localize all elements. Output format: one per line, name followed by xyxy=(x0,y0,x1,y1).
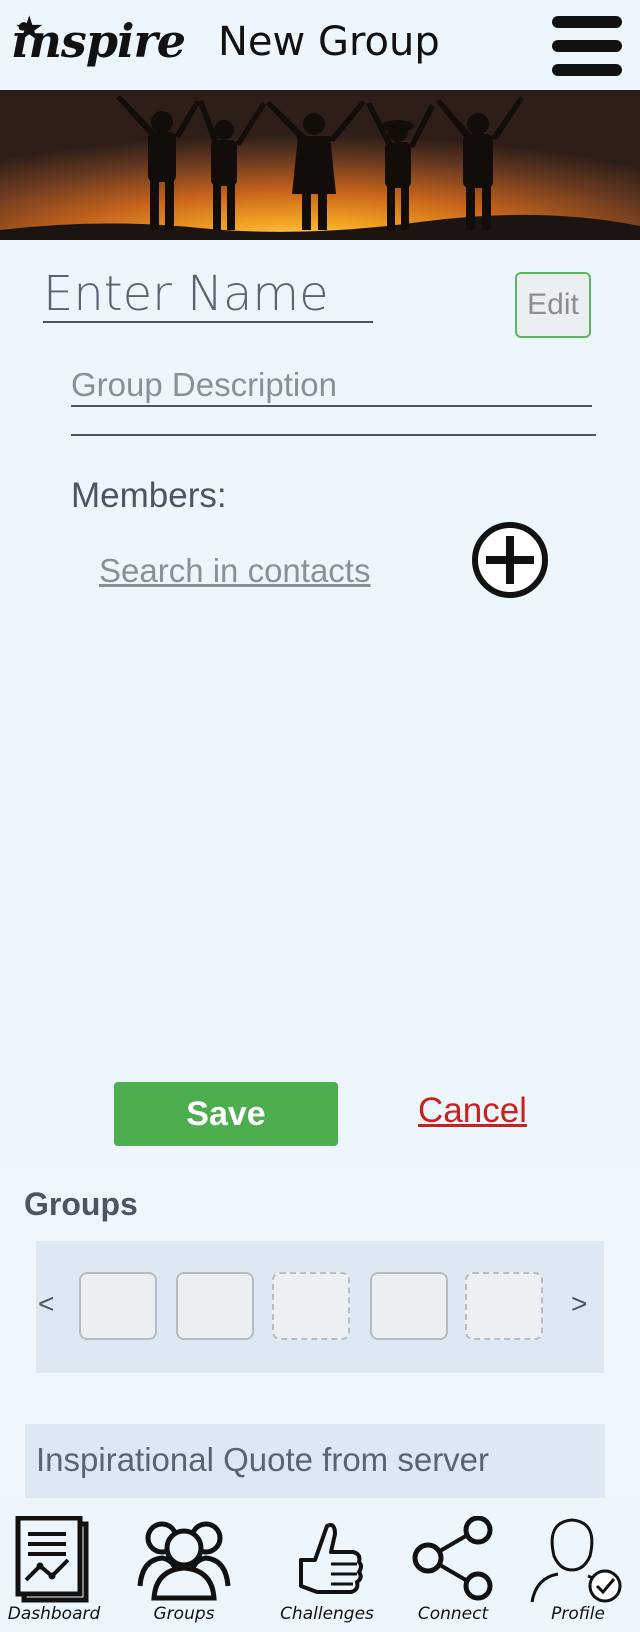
nav-item-groups[interactable]: Groups xyxy=(122,1508,246,1632)
profile-check-icon xyxy=(530,1518,622,1603)
nav-label-challenges: Challenges xyxy=(280,1604,374,1624)
share-nodes-icon xyxy=(412,1516,493,1601)
inspirational-quote: Inspirational Quote from server xyxy=(36,1441,490,1478)
group-thumbnail-placeholder[interactable] xyxy=(272,1272,350,1340)
save-button[interactable]: Save xyxy=(114,1082,338,1146)
app-logo[interactable]: inspire xyxy=(12,18,186,64)
hamburger-menu-icon[interactable] xyxy=(552,16,624,78)
group-name-input[interactable]: Enter Name xyxy=(43,268,373,323)
carousel-next-button[interactable]: > xyxy=(571,1290,587,1318)
cancel-link[interactable]: Cancel xyxy=(418,1090,527,1132)
nav-label-groups: Groups xyxy=(153,1604,215,1624)
nav-label-connect: Connect xyxy=(417,1604,489,1624)
search-contacts-input[interactable]: Search in contacts xyxy=(99,552,370,589)
nav-item-profile[interactable]: Profile xyxy=(516,1508,640,1632)
carousel-prev-button[interactable]: < xyxy=(38,1290,54,1318)
edit-button[interactable]: Edit xyxy=(515,272,591,338)
group-thumbnail[interactable] xyxy=(370,1272,448,1340)
nav-label-profile: Profile xyxy=(551,1604,605,1624)
nav-item-challenges[interactable]: Challenges xyxy=(265,1508,389,1632)
plus-circle-icon[interactable] xyxy=(470,520,550,600)
group-thumbnail[interactable] xyxy=(176,1272,254,1340)
nav-label-dashboard: Dashboard xyxy=(7,1604,101,1624)
group-thumbnail-placeholder[interactable] xyxy=(465,1272,543,1340)
members-label: Members: xyxy=(71,476,227,515)
groups-icon xyxy=(137,1521,231,1601)
dashboard-icon xyxy=(15,1516,89,1603)
thumbs-up-icon xyxy=(299,1523,363,1594)
nav-item-connect[interactable]: Connect xyxy=(391,1508,515,1632)
nav-item-dashboard[interactable]: Dashboard xyxy=(0,1508,116,1632)
banner-image xyxy=(0,90,640,240)
description-underline xyxy=(71,434,596,436)
group-description-input[interactable]: Group Description xyxy=(71,366,592,408)
groups-heading: Groups xyxy=(24,1186,138,1222)
page-title: New Group xyxy=(218,19,440,65)
group-thumbnail[interactable] xyxy=(79,1272,157,1340)
